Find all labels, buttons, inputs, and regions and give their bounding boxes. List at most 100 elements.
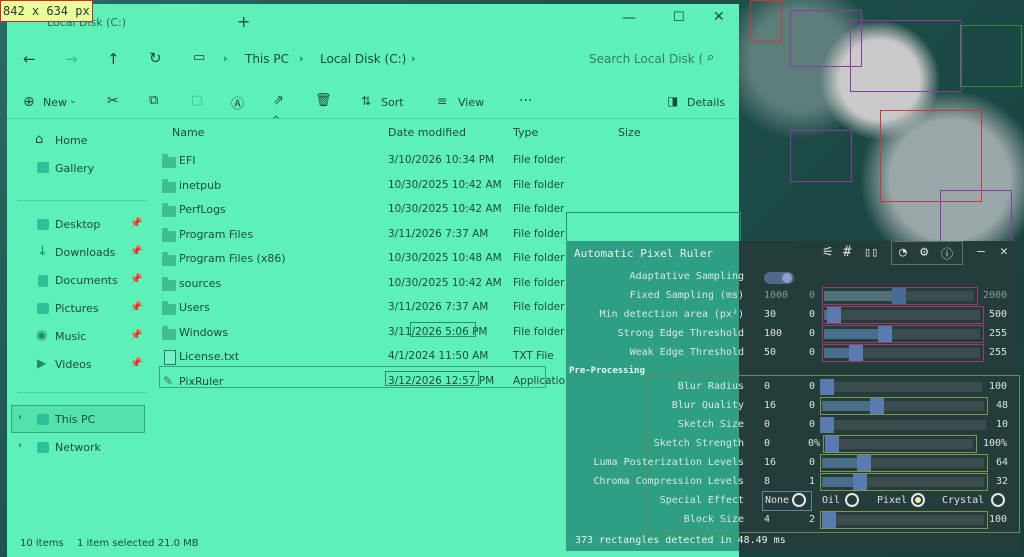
expand-chevron-icon[interactable]: › [18, 440, 22, 451]
status-item-count: 10 items [20, 538, 64, 549]
grid-hash-icon[interactable]: # [843, 244, 851, 260]
column-type[interactable]: Type [513, 126, 538, 139]
block-size-slider[interactable] [822, 512, 984, 528]
nav-this-pc[interactable]: This PC [55, 413, 95, 426]
this-pc-icon [37, 414, 49, 425]
effect-crystal-radio[interactable] [991, 493, 1005, 507]
min-area-slider[interactable] [824, 307, 980, 323]
sort-button[interactable]: Sort [381, 96, 404, 109]
fixed-sampling-label: Fixed Sampling (ms) [629, 290, 744, 301]
effect-oil-label: Oil [822, 495, 841, 506]
chevron-down-icon[interactable]: ⌄ [69, 96, 77, 106]
copy-icon[interactable]: ⧉ [149, 93, 158, 108]
details-pane-icon[interactable]: ◨ [667, 94, 678, 108]
expand-chevron-icon[interactable]: › [18, 412, 22, 423]
share-icon[interactable]: ⇗ [273, 93, 284, 108]
details-button[interactable]: Details [687, 96, 725, 109]
file-name[interactable]: PerfLogs [179, 203, 226, 216]
folder-icon [162, 179, 176, 193]
file-name[interactable]: Program Files (x86) [179, 252, 286, 265]
effect-pixel-label: Pixel [877, 495, 908, 506]
nav-music[interactable]: Music [55, 330, 86, 343]
nav-pictures[interactable]: Pictures [55, 302, 99, 315]
search-icon[interactable]: ⌕ [707, 50, 714, 65]
sketch-strength-slider[interactable] [825, 436, 973, 452]
column-name[interactable]: Name [172, 126, 204, 139]
sketch-size-slider[interactable] [820, 417, 986, 433]
file-name[interactable]: Program Files [179, 228, 253, 241]
file-name[interactable]: inetpub [179, 179, 221, 192]
view-button[interactable]: View [458, 96, 484, 109]
minimize-icon[interactable]: — [977, 244, 985, 259]
new-tab-button[interactable]: + [237, 12, 250, 31]
delete-icon[interactable]: 🗑 [315, 93, 332, 108]
strong-threshold-slider[interactable] [824, 326, 980, 342]
column-size[interactable]: Size [618, 126, 641, 139]
filter-icon[interactable]: ⚟ [822, 245, 834, 260]
file-name[interactable]: Users [179, 301, 210, 314]
effect-oil-radio[interactable] [845, 493, 859, 507]
rename-icon[interactable]: Ⓐ [231, 93, 244, 112]
columns-icon[interactable]: ▯▯ [864, 245, 878, 259]
chroma-slider[interactable] [822, 474, 984, 490]
adaptive-sampling-toggle[interactable] [764, 272, 794, 284]
pin-icon[interactable]: 📌 [130, 246, 142, 257]
view-icon[interactable]: ≡ [437, 94, 447, 108]
new-plus-icon[interactable]: ⊕ [23, 94, 35, 110]
network-icon [37, 442, 49, 453]
search-input[interactable]: Search Local Disk ( [589, 52, 703, 66]
paste-icon[interactable]: ▢ [191, 93, 203, 108]
breadcrumb-this-pc[interactable]: This PC [245, 52, 289, 66]
new-button[interactable]: New [43, 96, 67, 109]
help-icon[interactable]: ⓘ [941, 245, 953, 262]
file-name[interactable]: Windows [179, 326, 228, 339]
music-icon: ◉ [36, 328, 48, 343]
timer-icon[interactable]: ◔ [899, 245, 907, 260]
sort-icon[interactable]: ⇅ [361, 94, 371, 108]
effect-pixel-radio[interactable] [911, 493, 925, 507]
nav-downloads[interactable]: Downloads [55, 246, 115, 259]
videos-icon: ▶ [37, 356, 47, 370]
more-button[interactable]: ··· [519, 93, 532, 109]
pin-icon[interactable]: 📌 [130, 358, 142, 369]
maximize-icon[interactable]: ☐ [673, 10, 685, 25]
forward-arrow-icon[interactable]: → [65, 50, 78, 68]
effect-none-radio[interactable] [792, 493, 806, 507]
file-name[interactable]: sources [179, 277, 221, 290]
up-arrow-icon[interactable]: ↑ [107, 50, 120, 68]
luma-slider[interactable] [822, 455, 984, 471]
nav-network[interactable]: Network [55, 441, 101, 454]
pin-icon[interactable]: 📌 [130, 218, 142, 229]
detection-rect [960, 25, 1022, 87]
minimize-icon[interactable]: — [622, 10, 636, 26]
sketch-size-value: 0 [764, 419, 771, 430]
blur-radius-slider[interactable] [820, 379, 982, 395]
nav-videos[interactable]: Videos [55, 358, 92, 371]
folder-icon [162, 301, 176, 315]
pin-icon[interactable]: 📌 [130, 302, 142, 313]
file-date: 10/30/2025 10:42 AM [388, 203, 502, 215]
column-date[interactable]: Date modified [388, 126, 466, 139]
weak-threshold-label: Weak Edge Threshold [629, 347, 744, 358]
file-date: 3/10/2026 10:34 PM [388, 154, 495, 166]
toolbar-divider [7, 118, 739, 119]
back-arrow-icon[interactable]: ← [23, 50, 36, 68]
nav-documents[interactable]: Documents [55, 274, 118, 287]
cut-icon[interactable]: ✂ [107, 93, 119, 109]
nav-desktop[interactable]: Desktop [55, 218, 100, 231]
breadcrumb-local-disk[interactable]: Local Disk (C:) [320, 52, 406, 66]
file-name[interactable]: License.txt [179, 350, 239, 363]
refresh-icon[interactable]: ↻ [149, 49, 162, 67]
toggle-knob [782, 273, 792, 283]
close-icon[interactable]: ✕ [1000, 244, 1008, 259]
fixed-sampling-slider[interactable] [824, 288, 974, 304]
gear-icon[interactable]: ⚙ [920, 244, 928, 260]
nav-home[interactable]: Home [55, 134, 87, 147]
blur-quality-slider[interactable] [822, 398, 984, 414]
nav-gallery[interactable]: Gallery [55, 162, 94, 175]
close-icon[interactable]: ✕ [713, 9, 725, 25]
file-name[interactable]: EFI [179, 154, 196, 167]
pin-icon[interactable]: 📌 [130, 330, 142, 341]
weak-threshold-slider[interactable] [824, 345, 980, 361]
pin-icon[interactable]: 📌 [130, 274, 142, 285]
